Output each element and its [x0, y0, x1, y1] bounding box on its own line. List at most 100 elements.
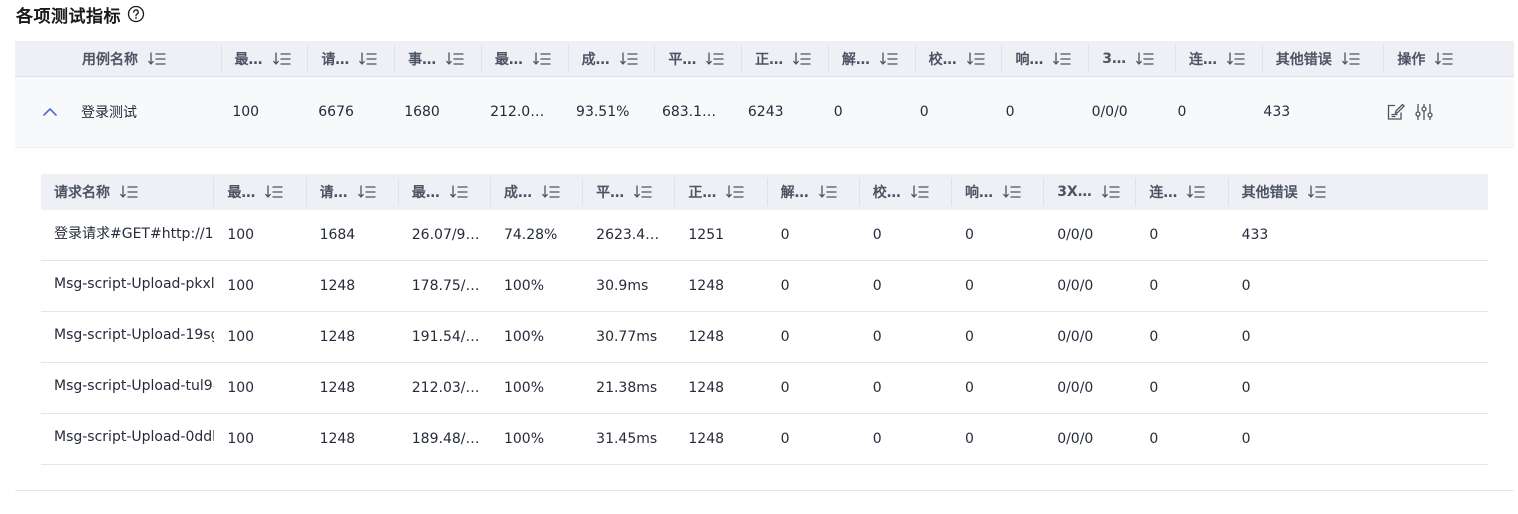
column-header[interactable]: 连… — [1176, 41, 1263, 76]
sort-icon[interactable] — [818, 185, 837, 199]
column-header[interactable]: 3X… — [1044, 174, 1137, 210]
case-cell: 1680 — [404, 104, 440, 120]
sort-icon[interactable] — [148, 51, 166, 66]
column-header-label: 操作 — [1397, 51, 1426, 68]
sort-icon[interactable] — [1187, 185, 1206, 199]
request-name-cell: Msg-script-Upload-tul9#l — [54, 378, 215, 394]
sort-icon[interactable] — [634, 185, 652, 199]
column-header[interactable]: 平… — [655, 41, 742, 76]
sort-icon[interactable] — [1227, 51, 1245, 66]
column-header[interactable]: 用例名称 — [15, 41, 222, 76]
sort-icon[interactable] — [120, 185, 138, 199]
column-header[interactable]: 响… — [952, 174, 1045, 210]
request-cell: 1251 — [688, 227, 725, 243]
column-header-label: 3X… — [1057, 184, 1092, 200]
request-cell: 100 — [227, 227, 255, 243]
sort-icon[interactable] — [357, 185, 376, 199]
sort-icon[interactable] — [726, 185, 745, 199]
column-header[interactable]: 校… — [860, 174, 953, 210]
sort-icon[interactable] — [880, 51, 898, 66]
column-header-label: 事… — [408, 51, 437, 68]
column-header-label: 连… — [1188, 51, 1217, 68]
request-cell: 0 — [964, 380, 974, 396]
column-header[interactable]: 成… — [491, 174, 584, 210]
sort-icon[interactable] — [1101, 185, 1120, 199]
request-cell: 0 — [872, 329, 882, 345]
column-header[interactable]: 请求名称 — [41, 174, 215, 210]
column-header[interactable]: 连… — [1136, 174, 1229, 210]
column-header[interactable]: 其他错误 — [1229, 174, 1488, 210]
request-cell: 1248 — [688, 329, 725, 345]
request-cell: 1248 — [319, 329, 356, 345]
sort-icon[interactable] — [1003, 185, 1021, 199]
sort-icon[interactable] — [542, 185, 560, 199]
sort-icon[interactable] — [706, 51, 725, 66]
edit-icon[interactable] — [1386, 102, 1406, 122]
request-cell: 433 — [1241, 227, 1269, 243]
table-row[interactable]: Msg-script-Upload-tul9#l 100 1248 212.03/… 1… — [41, 363, 1488, 414]
request-cell: 30.77ms — [596, 329, 658, 345]
column-header[interactable]: 请… — [307, 174, 399, 210]
case-cell: 683.1… — [661, 104, 717, 120]
table-row[interactable]: 登录请求#GET#http://11 100 1684 26.07/9… 74.28% 2… — [41, 210, 1488, 261]
request-cell: 178.75/… — [411, 278, 480, 294]
request-cell: 1684 — [319, 227, 356, 243]
column-header[interactable]: 最… — [222, 41, 309, 76]
sort-icon[interactable] — [265, 185, 284, 199]
column-header[interactable]: 请… — [308, 41, 395, 76]
request-cell: 30.9ms — [596, 278, 649, 294]
case-row[interactable]: 登录测试 100 6676 1680 212.0… 93.51% 683.1… 6243 0 0 0… — [15, 77, 1514, 148]
case-metrics-table: 用例名称 最… 请… 事… 最… 成… 平… 正… 解… 校… 响… 3… 连… 其他错误 操作 登录测试 1… — [15, 41, 1514, 148]
column-header[interactable]: 最… — [214, 174, 307, 210]
column-header[interactable]: 平… — [583, 174, 676, 210]
request-cell: 100% — [503, 278, 544, 294]
column-header[interactable]: 其他错误 — [1263, 41, 1385, 76]
column-header[interactable]: 正… — [742, 41, 829, 76]
table-row[interactable]: Msg-script-Upload-pkxl# 100 1248 178.75/… 10… — [41, 261, 1488, 312]
column-header-label: 连… — [1149, 185, 1178, 201]
sort-icon[interactable] — [793, 51, 811, 66]
request-cell: 0 — [1149, 380, 1159, 396]
chevron-up-icon[interactable] — [39, 101, 61, 123]
column-header[interactable]: 成… — [569, 41, 656, 76]
sort-icon[interactable] — [449, 185, 468, 199]
column-header-label: 最… — [411, 185, 440, 201]
column-header[interactable]: 最… — [399, 174, 492, 210]
sort-icon[interactable] — [446, 51, 464, 66]
section-title: 各项测试指标 — [16, 6, 121, 27]
sort-icon[interactable] — [1435, 51, 1454, 66]
table-row[interactable]: Msg-script-Upload-0ddl# 100 1248 189.48/… 10… — [41, 414, 1488, 465]
column-header[interactable]: 3… — [1089, 41, 1176, 76]
request-cell: 0/0/0 — [1057, 227, 1094, 243]
request-cell: 1248 — [688, 431, 725, 447]
column-header[interactable]: 响… — [1002, 41, 1089, 76]
request-cell: 0 — [1241, 278, 1251, 294]
sort-icon[interactable] — [1136, 51, 1154, 66]
sort-icon[interactable] — [966, 51, 985, 66]
column-header[interactable]: 解… — [829, 41, 916, 76]
sort-icon[interactable] — [1341, 51, 1360, 66]
sort-icon[interactable] — [910, 185, 929, 199]
column-header[interactable]: 事… — [395, 41, 482, 76]
sort-icon[interactable] — [532, 51, 551, 66]
sort-icon[interactable] — [619, 51, 638, 66]
sliders-icon[interactable] — [1414, 102, 1434, 122]
column-header[interactable]: 校… — [916, 41, 1003, 76]
column-header[interactable]: 最… — [482, 41, 569, 76]
case-cell: 0/0/0 — [1091, 104, 1128, 120]
sort-icon[interactable] — [272, 51, 291, 66]
sort-icon[interactable] — [1053, 51, 1072, 66]
sort-icon[interactable] — [1307, 185, 1326, 199]
column-header-label: 响… — [1015, 51, 1044, 68]
request-cell: 31.45ms — [596, 431, 658, 447]
sort-icon[interactable] — [359, 51, 377, 66]
table-row[interactable]: Msg-script-Upload-19sg# 100 1248 191.54/… 10… — [41, 312, 1488, 363]
case-cell: 0 — [833, 104, 843, 120]
question-circle-icon[interactable] — [127, 5, 145, 23]
request-cell: 0 — [1241, 380, 1251, 396]
column-header[interactable]: 正… — [675, 174, 768, 210]
column-header[interactable]: 解… — [768, 174, 860, 210]
case-name-cell: 登录测试 — [15, 101, 219, 123]
request-cell: 0 — [1149, 431, 1159, 447]
column-header[interactable]: 操作 — [1384, 41, 1514, 76]
